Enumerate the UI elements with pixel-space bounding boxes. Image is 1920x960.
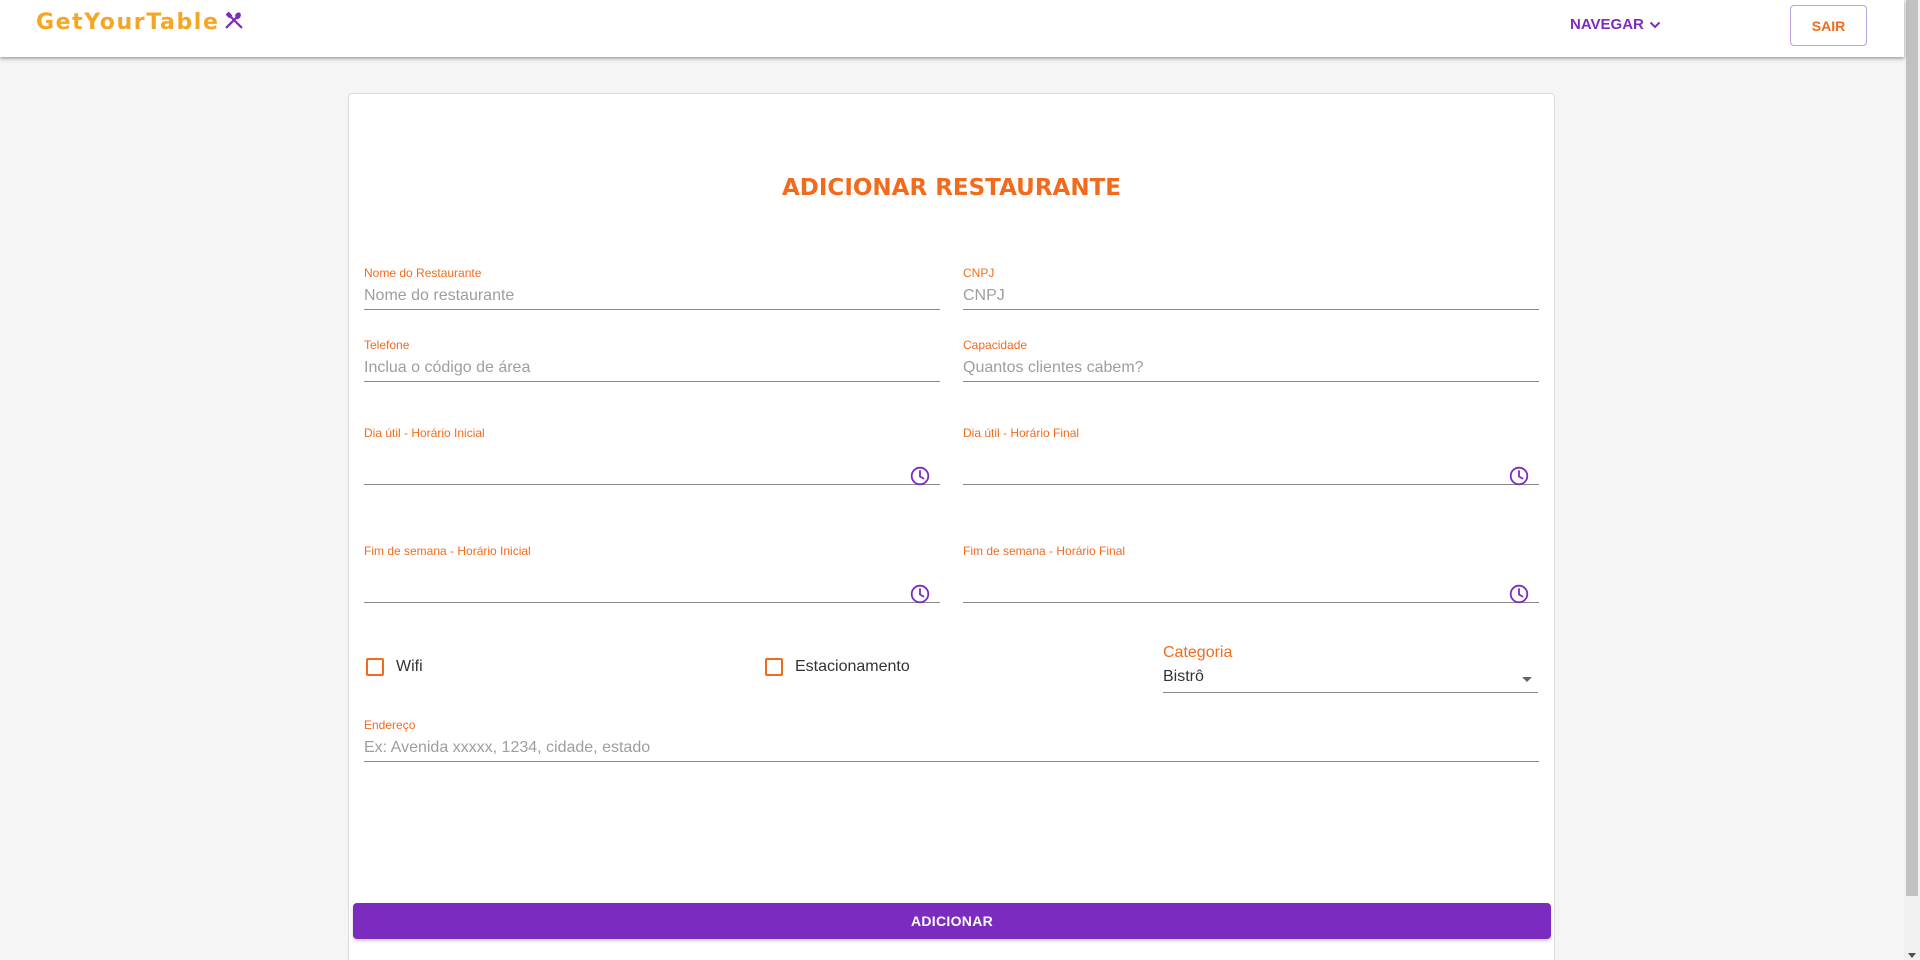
weekday-start-time-field: Dia útil - Horário Inicial [364, 426, 940, 486]
weekend-start-time-input[interactable] [364, 560, 940, 603]
app-logo[interactable]: GetYourTable [36, 10, 245, 35]
clock-icon[interactable] [1509, 466, 1529, 486]
navigate-menu-button[interactable]: NAVEGAR [1570, 16, 1662, 33]
cnpj-label: CNPJ [963, 266, 995, 280]
cnpj-field: CNPJ [963, 266, 1539, 311]
wifi-checkbox-label: Wifi [396, 658, 423, 675]
address-input[interactable] [364, 735, 1539, 762]
wifi-checkbox[interactable]: Wifi [366, 658, 423, 676]
weekend-start-time-label: Fim de semana - Horário Inicial [364, 544, 531, 558]
logout-button[interactable]: SAIR [1790, 5, 1867, 46]
parking-checkbox[interactable]: Estacionamento [765, 658, 910, 676]
phone-field: Telefone [364, 338, 940, 383]
phone-input[interactable] [364, 355, 940, 382]
page-title: ADICIONAR RESTAURANTE [781, 175, 1122, 201]
cnpj-input[interactable] [963, 283, 1539, 310]
category-selected-value[interactable]: Bistrô [1163, 668, 1538, 693]
weekday-start-time-label: Dia útil - Horário Inicial [364, 426, 485, 440]
logo-text: GetYourTable [36, 10, 220, 35]
weekend-start-time-field: Fim de semana - Horário Inicial [364, 544, 940, 604]
navigate-menu-label: NAVEGAR [1570, 16, 1644, 33]
chevron-down-icon [1648, 18, 1662, 32]
parking-checkbox-label: Estacionamento [795, 658, 910, 675]
capacity-input[interactable] [963, 355, 1539, 382]
restaurant-name-input[interactable] [364, 283, 940, 310]
capacity-label: Capacidade [963, 338, 1028, 352]
restaurant-name-label: Nome do Restaurante [364, 266, 482, 280]
clock-icon[interactable] [1509, 584, 1529, 604]
weekday-end-time-label: Dia útil - Horário Final [963, 426, 1080, 440]
weekend-end-time-input[interactable] [963, 560, 1539, 603]
caret-down-icon[interactable] [1522, 677, 1532, 682]
scrollbar-thumb[interactable] [1906, 0, 1918, 896]
phone-label: Telefone [364, 338, 410, 352]
weekday-end-time-input[interactable] [963, 442, 1539, 485]
weekday-start-time-input[interactable] [364, 442, 940, 485]
capacity-field: Capacidade [963, 338, 1539, 383]
utensils-icon [223, 9, 245, 31]
weekend-end-time-label: Fim de semana - Horário Final [963, 544, 1126, 558]
add-restaurant-button[interactable]: ADICIONAR [353, 903, 1551, 939]
category-select[interactable]: Categoria Bistrô [1163, 644, 1538, 694]
weekday-end-time-field: Dia útil - Horário Final [963, 426, 1539, 486]
scroll-down-arrow[interactable] [1908, 953, 1916, 958]
app-bar: GetYourTable NAVEGAR SAIR [0, 0, 1904, 57]
page-scrollbar[interactable] [1904, 0, 1920, 960]
clock-icon[interactable] [910, 466, 930, 486]
clock-icon[interactable] [910, 584, 930, 604]
category-label: Categoria [1163, 644, 1233, 661]
address-label: Endereço [364, 718, 416, 732]
restaurant-name-field: Nome do Restaurante [364, 266, 940, 311]
form-card [348, 93, 1555, 960]
weekend-end-time-field: Fim de semana - Horário Final [963, 544, 1539, 604]
parking-checkbox-box[interactable] [765, 658, 783, 676]
wifi-checkbox-box[interactable] [366, 658, 384, 676]
address-field: Endereço [364, 718, 1539, 763]
